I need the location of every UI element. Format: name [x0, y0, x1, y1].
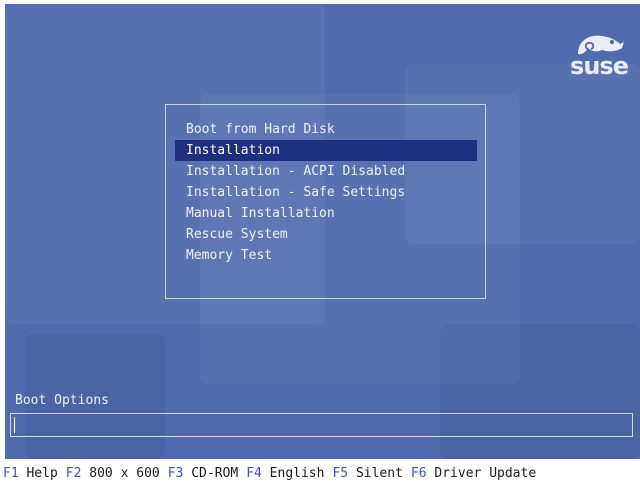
- function-key-label: Silent: [355, 466, 403, 481]
- function-key-f5[interactable]: F5 Silent: [332, 466, 410, 481]
- function-key-code: F6: [410, 466, 427, 481]
- function-key-label: 800 x 600: [89, 466, 160, 481]
- function-key-label: CD-ROM: [191, 466, 239, 481]
- boot-menu-item[interactable]: Memory Test: [175, 245, 477, 266]
- text-cursor: [14, 417, 15, 433]
- boot-screen: suse Boot from Hard Disk Installation Inst…: [5, 4, 640, 459]
- function-key-code: F2: [65, 466, 82, 481]
- function-key-f2[interactable]: F2 800 x 600: [66, 466, 168, 481]
- function-key-label: Help: [26, 466, 58, 481]
- boot-menu-list: Boot from Hard Disk Installation Installat…: [175, 119, 477, 266]
- function-key-code: F3: [167, 466, 184, 481]
- background-pane: [440, 324, 640, 459]
- boot-menu: Boot from Hard Disk Installation Installat…: [165, 104, 486, 299]
- function-key-label: Driver Update: [434, 466, 537, 481]
- function-key-f4[interactable]: F4 English: [246, 466, 332, 481]
- function-key-f6[interactable]: F6 Driver Update: [411, 466, 544, 481]
- boot-menu-item[interactable]: Rescue System: [175, 224, 477, 245]
- boot-menu-item[interactable]: Boot from Hard Disk: [175, 119, 477, 140]
- function-key-f3[interactable]: F3 CD-ROM: [168, 466, 246, 481]
- function-key-label: English: [269, 466, 325, 481]
- function-key-f1[interactable]: F1 Help: [3, 466, 66, 481]
- function-key-code: F1: [3, 466, 19, 481]
- boot-menu-item[interactable]: Manual Installation: [175, 203, 477, 224]
- function-key-bar: F1 Help F2 800 x 600 F3 CD-ROM F4 English F5…: [0, 462, 640, 485]
- suse-logo: suse: [564, 28, 634, 78]
- boot-menu-item[interactable]: Installation - Safe Settings: [175, 182, 477, 203]
- logo-text: suse: [570, 52, 629, 80]
- boot-menu-item[interactable]: Installation: [175, 140, 477, 161]
- function-key-code: F5: [332, 466, 349, 481]
- function-key-code: F4: [246, 466, 262, 481]
- boot-options-input[interactable]: [10, 413, 633, 437]
- boot-options-label: Boot Options: [15, 393, 109, 408]
- boot-menu-item[interactable]: Installation - ACPI Disabled: [175, 161, 477, 182]
